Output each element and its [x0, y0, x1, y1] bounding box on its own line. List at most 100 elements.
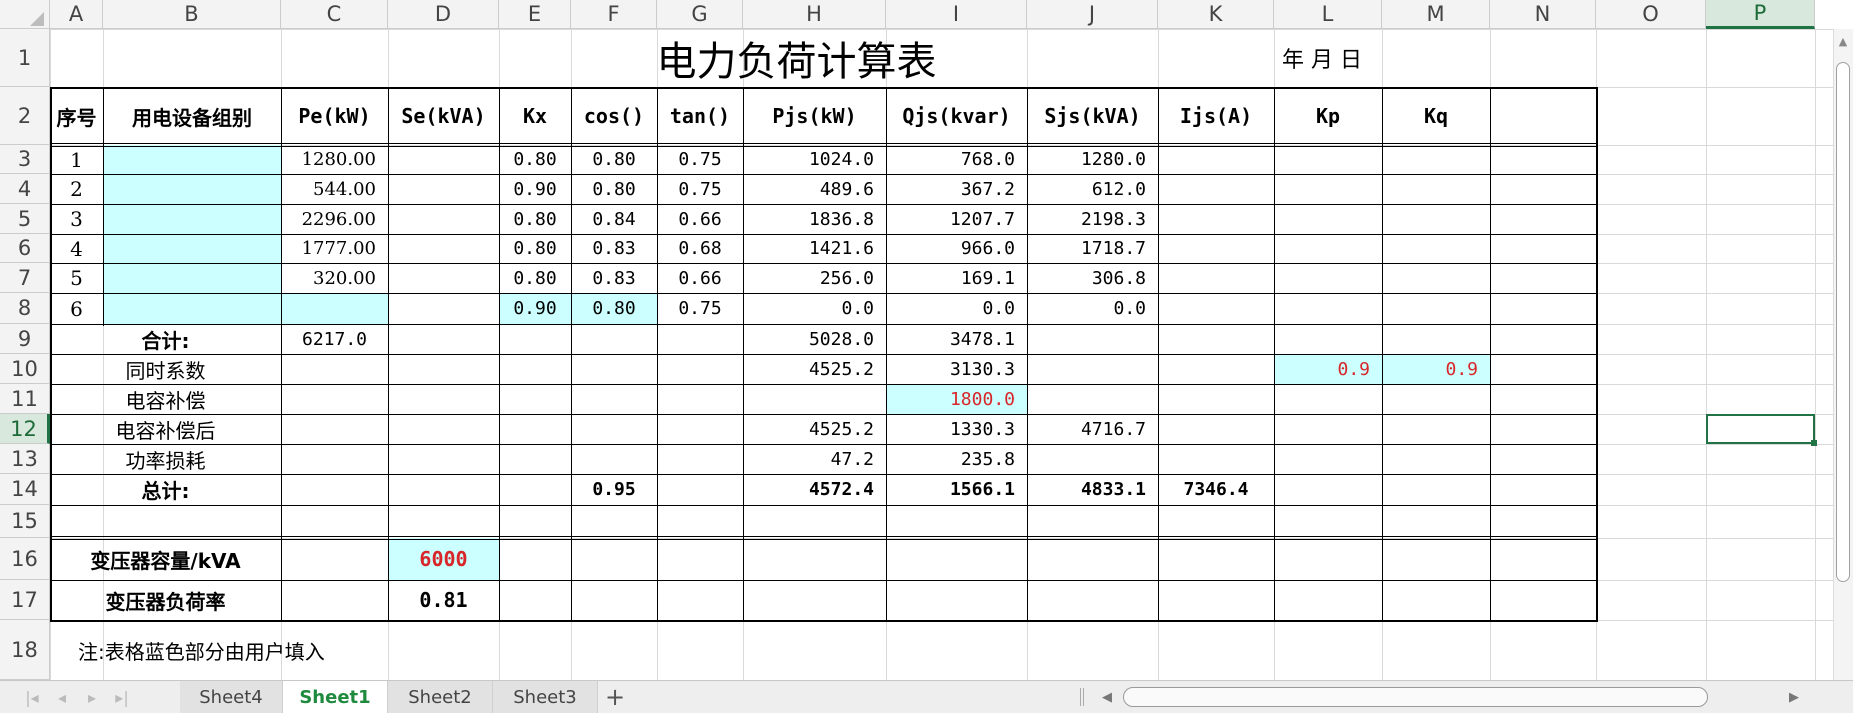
column-header[interactable]: J: [1027, 0, 1158, 29]
tan-value: 0.66: [678, 208, 722, 230]
cos-value[interactable]: 0.80: [571, 174, 657, 204]
column-title: tan(): [669, 104, 731, 128]
column-header[interactable]: N: [1490, 0, 1596, 29]
column-header[interactable]: B: [103, 0, 281, 29]
row-header[interactable]: 5: [0, 204, 50, 234]
sjs-value: 612.0: [1091, 178, 1146, 200]
horizontal-scrollbar-thumb[interactable]: [1123, 687, 1708, 707]
kx-value[interactable]: 0.80: [499, 263, 571, 293]
column-header[interactable]: G: [657, 0, 743, 29]
kp-value[interactable]: 0.9: [1274, 354, 1382, 384]
simultaneity-label: 同时系数: [125, 358, 206, 383]
column-header[interactable]: A: [50, 0, 103, 29]
row-header[interactable]: 10: [0, 354, 50, 384]
kx-value[interactable]: 0.80: [499, 204, 571, 234]
cos-value[interactable]: 0.84: [571, 204, 657, 234]
sjs-value: 0.0: [1113, 298, 1146, 319]
column-header[interactable]: E: [499, 0, 571, 29]
column-header[interactable]: D: [388, 0, 499, 29]
pjs-value: 1421.6: [808, 238, 874, 259]
total-cos: 0.95: [592, 479, 636, 500]
vertical-scrollbar-thumb[interactable]: [1836, 62, 1850, 582]
column-header[interactable]: K: [1158, 0, 1274, 29]
pe-value[interactable]: 544.00: [281, 174, 388, 204]
row-header[interactable]: 1: [0, 29, 50, 87]
pe-value[interactable]: 2296.00: [281, 204, 388, 234]
row-header[interactable]: 4: [0, 174, 50, 204]
scroll-up-icon[interactable]: ▲: [1836, 34, 1850, 48]
prev-sheet-icon[interactable]: ◂: [50, 685, 74, 709]
cos-value[interactable]: 0.80: [571, 145, 657, 174]
pjs-value: 489.6: [819, 178, 874, 200]
cos-value[interactable]: 0.83: [571, 234, 657, 263]
row-number: 5: [70, 266, 83, 290]
note-text: 注:表格蓝色部分由用户填入: [78, 639, 325, 664]
column-header[interactable]: M: [1382, 0, 1490, 29]
row-header[interactable]: 16: [0, 538, 50, 580]
selected-cell[interactable]: [1706, 414, 1815, 444]
split-handle-icon[interactable]: [1080, 688, 1084, 706]
kx-value[interactable]: 0.80: [499, 234, 571, 263]
total-pjs: 4572.4: [808, 479, 874, 500]
column-header[interactable]: F: [571, 0, 657, 29]
pjs-value: 0.0: [841, 298, 874, 319]
column-title: Kq: [1423, 104, 1449, 128]
row-header[interactable]: 11: [0, 384, 50, 414]
last-sheet-icon[interactable]: ▸|: [110, 685, 134, 709]
transformer-load-label: 变压器负荷率: [105, 589, 226, 614]
scroll-right-icon[interactable]: ▶: [1782, 685, 1806, 709]
pe-value[interactable]: 1777.00: [281, 234, 388, 263]
kx-value[interactable]: 0.90: [499, 293, 571, 324]
row-number: 6: [70, 296, 83, 321]
pe-value[interactable]: 320.00: [281, 263, 388, 293]
kx-value[interactable]: 0.80: [499, 145, 571, 174]
next-sheet-icon[interactable]: ▸: [80, 685, 104, 709]
total-sjs: 4833.1: [1080, 479, 1146, 500]
row-header[interactable]: 15: [0, 505, 50, 538]
kq-value[interactable]: 0.9: [1382, 354, 1490, 384]
row-header[interactable]: 2: [0, 87, 50, 145]
row-header[interactable]: 17: [0, 580, 50, 620]
column-header[interactable]: O: [1596, 0, 1706, 29]
cos-value[interactable]: 0.83: [571, 263, 657, 293]
transformer-capacity-value[interactable]: 6000: [388, 538, 499, 580]
row-header[interactable]: 18: [0, 620, 50, 680]
row-header[interactable]: 7: [0, 263, 50, 293]
row-header[interactable]: 12: [0, 414, 50, 444]
tab-sheet2[interactable]: Sheet2: [388, 681, 493, 713]
column-header[interactable]: C: [281, 0, 388, 29]
row-header[interactable]: 8: [0, 293, 50, 324]
row-header[interactable]: 6: [0, 234, 50, 263]
tab-sheet4[interactable]: Sheet4: [180, 681, 283, 713]
after-comp-sjs: 4716.7: [1080, 418, 1146, 440]
row-header[interactable]: 9: [0, 324, 50, 354]
scroll-left-icon[interactable]: ◀: [1095, 685, 1119, 709]
row-header[interactable]: 13: [0, 444, 50, 474]
column-title: Ijs(A): [1179, 104, 1253, 128]
pe-value[interactable]: 1280.00: [281, 145, 388, 174]
pjs-value: 256.0: [819, 267, 874, 289]
column-title: Sjs(kVA): [1044, 104, 1141, 128]
total-qjs: 1566.1: [949, 479, 1015, 500]
column-header[interactable]: P: [1706, 0, 1815, 29]
fill-handle[interactable]: [1811, 440, 1817, 446]
kx-value[interactable]: 0.90: [499, 174, 571, 204]
pe-value[interactable]: [281, 293, 388, 324]
capacitor-qjs[interactable]: 1800.0: [886, 384, 1027, 414]
row-number: 2: [70, 177, 83, 201]
tab-sheet1[interactable]: Sheet1: [283, 681, 388, 713]
add-sheet-icon[interactable]: +: [603, 683, 627, 711]
row-header[interactable]: 14: [0, 474, 50, 505]
cos-value[interactable]: 0.80: [571, 293, 657, 324]
first-sheet-icon[interactable]: |◂: [20, 685, 44, 709]
tan-value: 0.75: [678, 149, 722, 170]
capacitor-label: 电容补偿: [125, 388, 206, 413]
subtotal-label: 合计:: [141, 328, 190, 353]
spreadsheet-grid[interactable]: A B C D E F G H I J K L M N O P 1 2 3 4 5 6 7 8 9 10 11 12 13 14 15 16 1…: [0, 0, 1853, 713]
row-header[interactable]: 3: [0, 145, 50, 174]
column-title: 序号: [56, 105, 97, 130]
column-header[interactable]: L: [1274, 0, 1382, 29]
column-header[interactable]: H: [743, 0, 886, 29]
tab-sheet3[interactable]: Sheet3: [493, 681, 598, 713]
column-header[interactable]: I: [886, 0, 1027, 29]
